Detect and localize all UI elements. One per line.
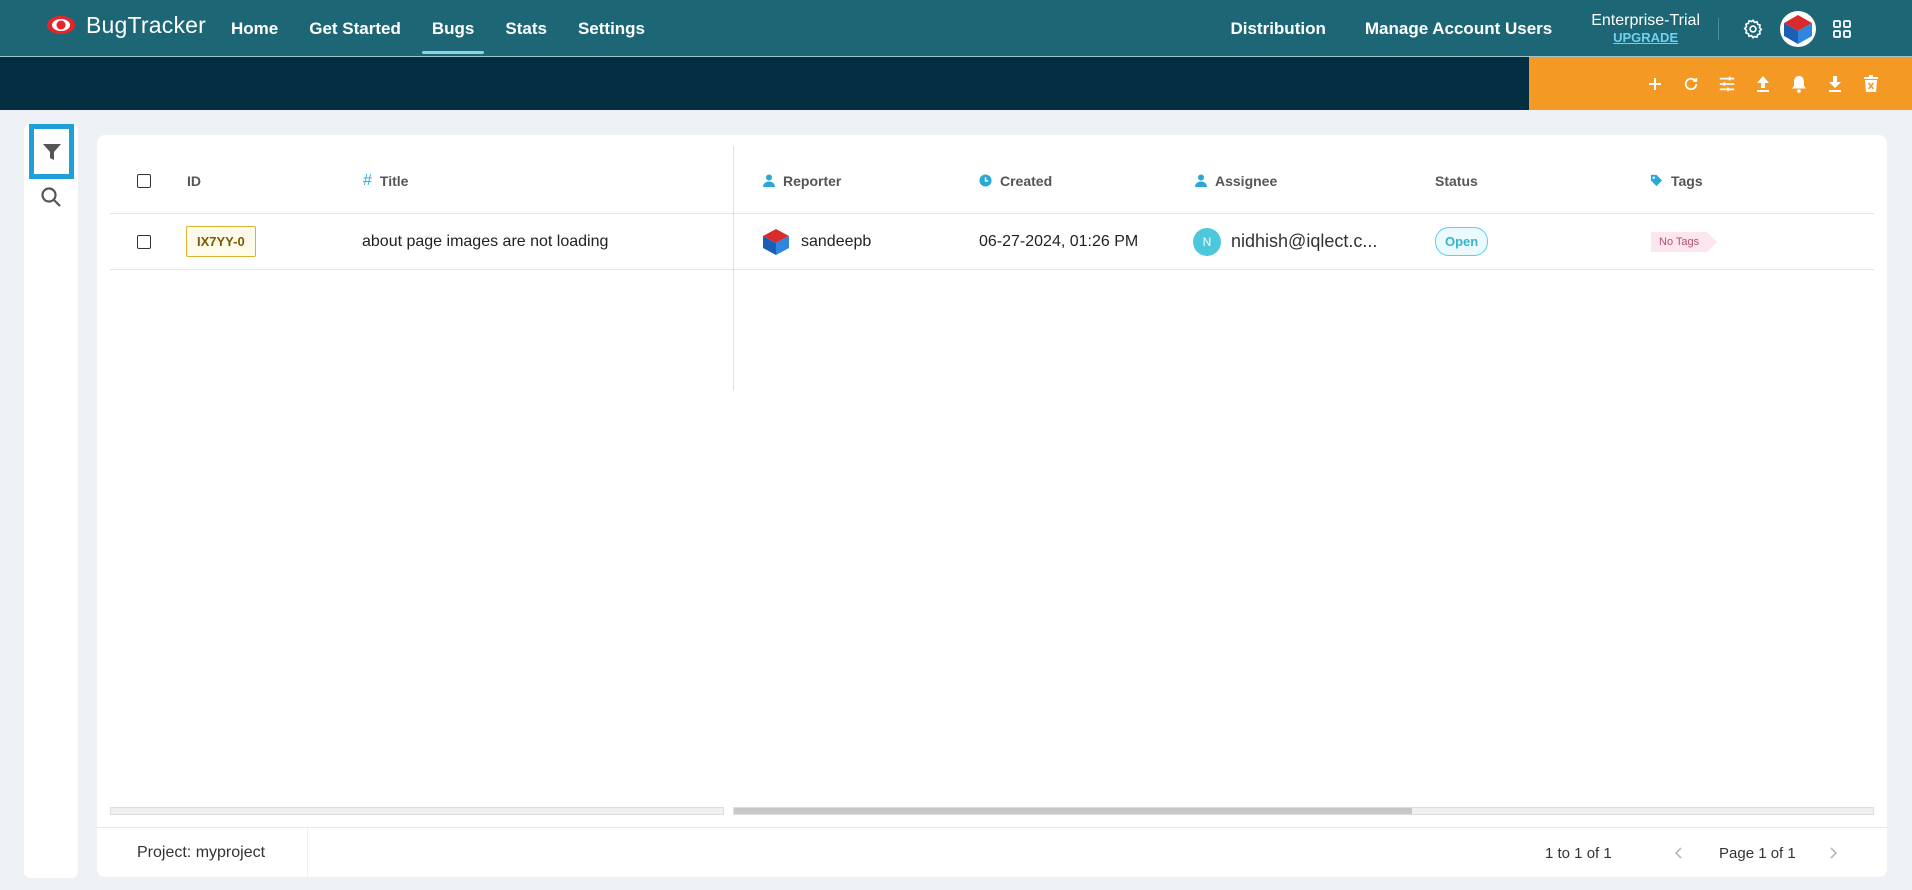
- upgrade-link[interactable]: UPGRADE: [1613, 29, 1678, 46]
- column-header-title[interactable]: # Title: [363, 148, 408, 213]
- distribution-link[interactable]: Distribution: [1230, 19, 1325, 39]
- row-select-cell: [137, 214, 151, 269]
- column-header-id[interactable]: ID: [187, 148, 201, 213]
- column-header-assignee-label: Assignee: [1215, 172, 1278, 189]
- column-header-reporter[interactable]: Reporter: [763, 148, 841, 213]
- created-date: 06-27-2024, 01:26 PM: [979, 232, 1139, 250]
- tune-icon[interactable]: [1717, 74, 1737, 94]
- header-right: Distribution Manage Account Users Enterp…: [1230, 0, 1912, 57]
- nav-stats[interactable]: Stats: [505, 0, 547, 57]
- row-checkbox[interactable]: [137, 234, 151, 249]
- brand-name: BugTracker: [86, 11, 207, 38]
- main-nav: Home Get Started Bugs Stats Settings: [231, 0, 676, 57]
- assignee-name: nidhish@iqlect.c...: [1231, 231, 1378, 251]
- top-navbar: BugTracker Home Get Started Bugs Stats S…: [0, 0, 1912, 57]
- column-header-tags[interactable]: Tags: [1650, 148, 1703, 213]
- delete-icon[interactable]: [1861, 74, 1881, 94]
- clock-icon: [979, 174, 992, 187]
- column-header-created-label: Created: [1000, 172, 1053, 189]
- bug-title[interactable]: about page images are not loading: [362, 214, 608, 269]
- status-cell: Open: [1435, 214, 1489, 269]
- bell-icon[interactable]: [1789, 74, 1809, 94]
- chevron-left-icon[interactable]: [1671, 845, 1687, 861]
- project-label: Project: myproject: [137, 844, 266, 861]
- plan-name: Enterprise-Trial: [1591, 11, 1700, 29]
- person-icon: [763, 174, 775, 187]
- search-icon: [41, 187, 61, 207]
- assignee-cell: N nidhish@iqlect.c...: [1193, 214, 1377, 269]
- refresh-icon[interactable]: [1681, 74, 1701, 94]
- download-icon[interactable]: [1825, 74, 1845, 94]
- column-header-title-label: Title: [379, 172, 409, 189]
- table-footer: Project: myproject 1 to 1 of 1 Page 1 of…: [97, 827, 1887, 878]
- nav-get-started[interactable]: Get Started: [309, 0, 401, 57]
- search-button[interactable]: [38, 184, 64, 210]
- person-icon: [1195, 174, 1207, 187]
- filter-icon: [42, 143, 61, 160]
- column-header-assignee[interactable]: Assignee: [1195, 148, 1277, 213]
- assignee-avatar: N: [1193, 227, 1221, 256]
- bug-id-badge[interactable]: IX7YY-0: [186, 226, 256, 257]
- brand[interactable]: BugTracker: [46, 10, 206, 40]
- main-horizontal-scrollbar[interactable]: [733, 807, 1874, 815]
- page-indicator: Page 1 of 1: [1719, 844, 1796, 862]
- column-header-status[interactable]: Status: [1435, 148, 1478, 213]
- reporter-cell: sandeepb: [761, 214, 871, 269]
- add-icon[interactable]: [1645, 74, 1665, 94]
- tag-badge[interactable]: No Tags: [1651, 231, 1718, 252]
- plan-info: Enterprise-Trial UPGRADE: [1591, 12, 1700, 46]
- filter-button[interactable]: [29, 124, 74, 179]
- nav-bugs[interactable]: Bugs: [421, 0, 484, 57]
- manage-users-link[interactable]: Manage Account Users: [1365, 19, 1552, 39]
- column-header-reporter-label: Reporter: [783, 172, 842, 189]
- nav-settings[interactable]: Settings: [578, 0, 645, 57]
- table-row[interactable]: IX7YY-0 about page images are not loadin…: [110, 214, 1874, 270]
- action-toolbar: [1529, 57, 1912, 110]
- footer-divider: [307, 828, 308, 878]
- bugs-table-card: ID # Title Reporter Created Assignee Sta…: [97, 135, 1887, 878]
- hash-icon: #: [363, 171, 372, 189]
- tag-icon: [1650, 174, 1663, 187]
- scrollbar-thumb[interactable]: [734, 808, 1412, 814]
- reporter-name: sandeepb: [801, 232, 872, 250]
- reporter-avatar-icon: [763, 228, 789, 255]
- nav-home[interactable]: Home: [231, 0, 278, 57]
- tags-cell: No Tags: [1651, 214, 1718, 269]
- table-header: ID # Title Reporter Created Assignee Sta…: [110, 148, 1874, 214]
- eye-logo-icon: [47, 16, 75, 34]
- column-header-tags-label: Tags: [1671, 172, 1703, 189]
- chevron-right-icon[interactable]: [1825, 845, 1841, 861]
- select-all-checkbox[interactable]: [137, 173, 151, 188]
- column-header-created[interactable]: Created: [979, 148, 1052, 213]
- status-badge[interactable]: Open: [1435, 227, 1489, 256]
- upload-icon[interactable]: [1753, 74, 1773, 94]
- select-all-cell: [137, 148, 151, 213]
- left-panel: [24, 124, 78, 878]
- bug-id-cell: IX7YY-0: [186, 214, 256, 269]
- gear-icon[interactable]: [1741, 17, 1765, 41]
- user-avatar-icon[interactable]: [1779, 10, 1817, 48]
- pinned-horizontal-scrollbar[interactable]: [110, 807, 724, 815]
- header-divider: [1718, 17, 1719, 40]
- apps-grid-icon[interactable]: [1831, 18, 1853, 40]
- row-range: 1 to 1 of 1: [1545, 844, 1612, 862]
